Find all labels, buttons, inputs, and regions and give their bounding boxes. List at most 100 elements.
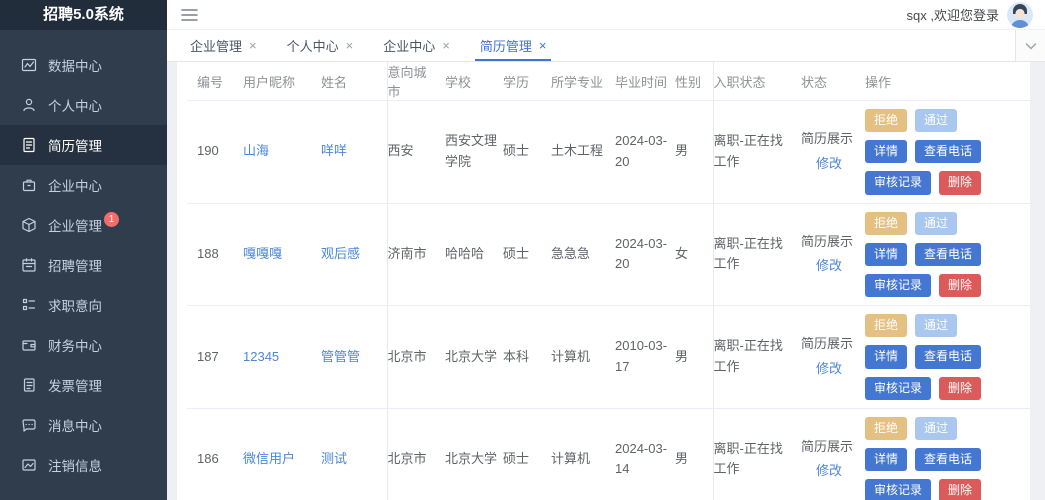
tab-close-icon[interactable]: × <box>249 39 257 52</box>
cell-city: 北京市 <box>387 305 445 409</box>
cell-school: 哈哈哈 <box>445 203 503 307</box>
user-icon <box>21 97 37 113</box>
detail-button[interactable]: 详情 <box>865 140 908 164</box>
cell-school: 西安文理学院 <box>445 100 503 204</box>
nickname-link[interactable]: 山海 <box>243 143 269 158</box>
sidebar-item-6[interactable]: 招聘管理 <box>0 245 167 285</box>
column-header: 编号 <box>187 62 243 101</box>
cell-major: 土木工程 <box>551 100 615 204</box>
tab-2[interactable]: 个人中心 × <box>272 30 369 61</box>
detail-button[interactable]: 详情 <box>865 242 908 266</box>
status-modify-link[interactable]: 修改 <box>816 156 842 171</box>
sidebar-item-4[interactable]: 企业中心 <box>0 165 167 205</box>
sidebar-item-2[interactable]: 个人中心 <box>0 85 167 125</box>
audit-record-button[interactable]: 审核记录 <box>865 273 932 298</box>
sidebar-item-5[interactable]: 企业管理 1 <box>0 205 167 245</box>
view-phone-button[interactable]: 查看电话 <box>915 447 982 472</box>
cell-employment-status: 离职-正在找工作 <box>713 305 801 409</box>
content-area: 编号 用户昵称 姓名 意向城市 学校 学历 所学专业 毕业时间 性别 入职状态 状态 操作 190 山… <box>167 62 1045 500</box>
cell-school: 北京大学 <box>445 305 503 409</box>
sidebar-item-11[interactable]: 注销信息 <box>0 445 167 485</box>
tab-close-icon[interactable]: × <box>539 39 547 52</box>
column-header: 入职状态 <box>713 62 801 101</box>
tab-1[interactable]: 企业管理 × <box>175 30 272 61</box>
sidebar-item-1[interactable]: 数据中心 <box>0 45 167 85</box>
user-avatar[interactable] <box>1007 1 1033 28</box>
app-root: 招聘5.0系统 数据中心 个人中心 简历管理 企业中心 企业管理 1 招聘管理 … <box>0 0 1045 500</box>
name-link[interactable]: 管管管 <box>321 349 360 364</box>
reject-button[interactable]: 拒绝 <box>865 211 908 235</box>
delete-button[interactable]: 删除 <box>939 376 982 400</box>
calendar-icon <box>21 257 37 273</box>
reject-button[interactable]: 拒绝 <box>865 314 908 338</box>
invoice-icon <box>21 377 37 393</box>
approve-button[interactable]: 通过 <box>915 109 958 133</box>
column-header: 性别 <box>675 62 714 101</box>
view-phone-button[interactable]: 查看电话 <box>915 140 982 164</box>
action-buttons: 拒绝 通过 详情 查看电话 审核记录 删除 <box>865 211 985 298</box>
detail-button[interactable]: 详情 <box>865 345 908 369</box>
reject-button[interactable]: 拒绝 <box>865 416 908 440</box>
action-buttons: 拒绝 通过 详情 查看电话 审核记录 删除 <box>865 109 985 195</box>
welcome-text: sqx ,欢迎您登录 <box>906 8 999 23</box>
cell-graduation: 2024-03-20 <box>615 100 675 204</box>
status-text: 简历展示 <box>801 233 854 249</box>
reject-button[interactable]: 拒绝 <box>865 109 908 133</box>
tab-label: 简历管理 <box>479 39 532 54</box>
column-header: 状态 <box>801 62 865 101</box>
hamburger-menu-icon[interactable] <box>179 6 200 24</box>
nickname-link[interactable]: 嘎嘎嘎 <box>243 246 282 261</box>
cell-id: 186 <box>187 408 243 500</box>
approve-button[interactable]: 通过 <box>915 416 958 440</box>
sidebar-item-label: 注销信息 <box>48 459 102 474</box>
delete-button[interactable]: 删除 <box>939 171 982 195</box>
delete-button[interactable]: 删除 <box>939 273 982 298</box>
status-text: 简历展示 <box>801 438 854 454</box>
document-icon <box>21 137 37 153</box>
delete-button[interactable]: 删除 <box>939 479 982 500</box>
tab-label: 企业管理 <box>190 39 243 54</box>
tab-4[interactable]: 简历管理 × <box>465 30 562 61</box>
view-phone-button[interactable]: 查看电话 <box>915 242 982 266</box>
sidebar-item-3[interactable]: 简历管理 <box>0 125 167 165</box>
cell-degree: 硕士 <box>503 408 551 500</box>
cell-employment-status: 离职-正在找工作 <box>713 100 801 204</box>
sidebar-item-10[interactable]: 消息中心 <box>0 405 167 445</box>
sidebar-item-7[interactable]: 求职意向 <box>0 285 167 325</box>
tab-close-icon[interactable]: × <box>442 39 450 52</box>
approve-button[interactable]: 通过 <box>915 211 958 235</box>
cell-degree: 硕士 <box>503 100 551 204</box>
status-modify-link[interactable]: 修改 <box>816 361 842 376</box>
tab-close-icon[interactable]: × <box>346 39 354 52</box>
column-header: 所学专业 <box>551 62 615 101</box>
tab-3[interactable]: 企业中心 × <box>368 30 465 61</box>
sidebar-item-8[interactable]: 财务中心 <box>0 325 167 365</box>
status-modify-link[interactable]: 修改 <box>816 258 842 273</box>
cell-actions: 拒绝 通过 详情 查看电话 审核记录 删除 <box>865 408 1030 500</box>
status-text: 简历展示 <box>801 336 854 352</box>
detail-button[interactable]: 详情 <box>865 447 908 472</box>
tab-label: 个人中心 <box>286 39 339 54</box>
table-row: 188 嘎嘎嘎 观后感 济南市 哈哈哈 硕士 急急急 2024-03-20 女 … <box>187 203 1030 307</box>
sidebar-item-9[interactable]: 发票管理 <box>0 365 167 405</box>
view-phone-button[interactable]: 查看电话 <box>915 345 982 369</box>
name-link[interactable]: 观后感 <box>321 246 360 261</box>
sidebar-item-label: 求职意向 <box>48 299 102 314</box>
status-modify-link[interactable]: 修改 <box>816 463 842 478</box>
list-icon <box>21 297 37 313</box>
cell-major: 计算机 <box>551 305 615 409</box>
name-link[interactable]: 测试 <box>321 451 347 466</box>
audit-record-button[interactable]: 审核记录 <box>865 171 932 195</box>
top-navbar: sqx ,欢迎您登录 <box>167 0 1045 30</box>
tabs-dropdown-button[interactable] <box>1015 30 1045 61</box>
cell-graduation: 2024-03-14 <box>615 408 675 500</box>
cell-id: 187 <box>187 305 243 409</box>
audit-record-button[interactable]: 审核记录 <box>865 479 932 500</box>
name-link[interactable]: 咩咩 <box>321 143 347 158</box>
message-icon <box>21 417 37 433</box>
audit-record-button[interactable]: 审核记录 <box>865 376 932 400</box>
approve-button[interactable]: 通过 <box>915 314 958 338</box>
column-header: 学历 <box>503 62 551 101</box>
nickname-link[interactable]: 微信用户 <box>243 451 295 466</box>
nickname-link[interactable]: 12345 <box>243 349 279 364</box>
